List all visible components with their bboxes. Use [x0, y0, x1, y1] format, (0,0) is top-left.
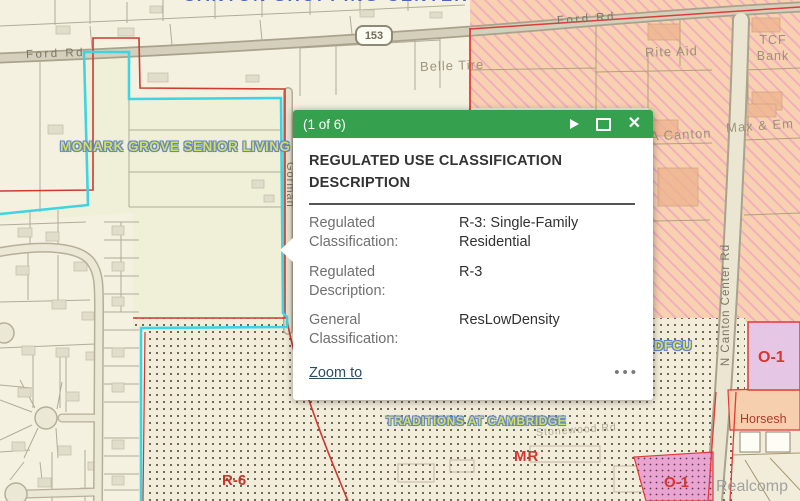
field-label: Regulated Description: [309, 263, 459, 301]
popup-divider [309, 203, 635, 205]
zoom-to-link[interactable]: Zoom to [309, 365, 362, 381]
popup-header: (1 of 6) ✕ [293, 110, 653, 138]
feature-popup: (1 of 6) ✕ REGULATED USE CLASSIFICATION … [293, 110, 653, 400]
field-row: Regulated Description: R-3 [309, 257, 635, 306]
field-label: General Classification: [309, 311, 459, 349]
maximize-icon [596, 118, 611, 131]
play-icon [570, 119, 579, 129]
route-153-shield: 153 [355, 25, 393, 46]
bottom-right-parcels [728, 388, 800, 501]
popup-title: REGULATED USE CLASSIFICATION DESCRIPTION [309, 151, 631, 195]
o1-zone [748, 322, 800, 390]
maximize-button[interactable] [596, 118, 611, 131]
next-feature-button[interactable] [570, 119, 579, 129]
field-value: R-3: Single-Family Residential [459, 214, 635, 252]
popup-footer: Zoom to ••• [293, 356, 653, 400]
clipped-plaza-label: CANTON SHOPPING CENTER [183, 0, 483, 7]
field-value: ResLowDensity [459, 311, 635, 349]
popup-pager: (1 of 6) [303, 117, 553, 132]
field-label: Regulated Classification: [309, 214, 459, 252]
close-button[interactable]: ✕ [628, 116, 641, 132]
field-row: Regulated Classification: R-3: Single-Fa… [309, 209, 635, 258]
app-screen: { "popup": { "pager": "(1 of 6)", "title… [0, 0, 800, 501]
field-value: R-3 [459, 263, 635, 301]
popup-leader-arrow [280, 238, 293, 262]
field-row: General Classification: ResLowDensity [309, 306, 635, 355]
popup-body: REGULATED USE CLASSIFICATION DESCRIPTION… [293, 138, 653, 355]
magenta-zone [634, 452, 713, 501]
